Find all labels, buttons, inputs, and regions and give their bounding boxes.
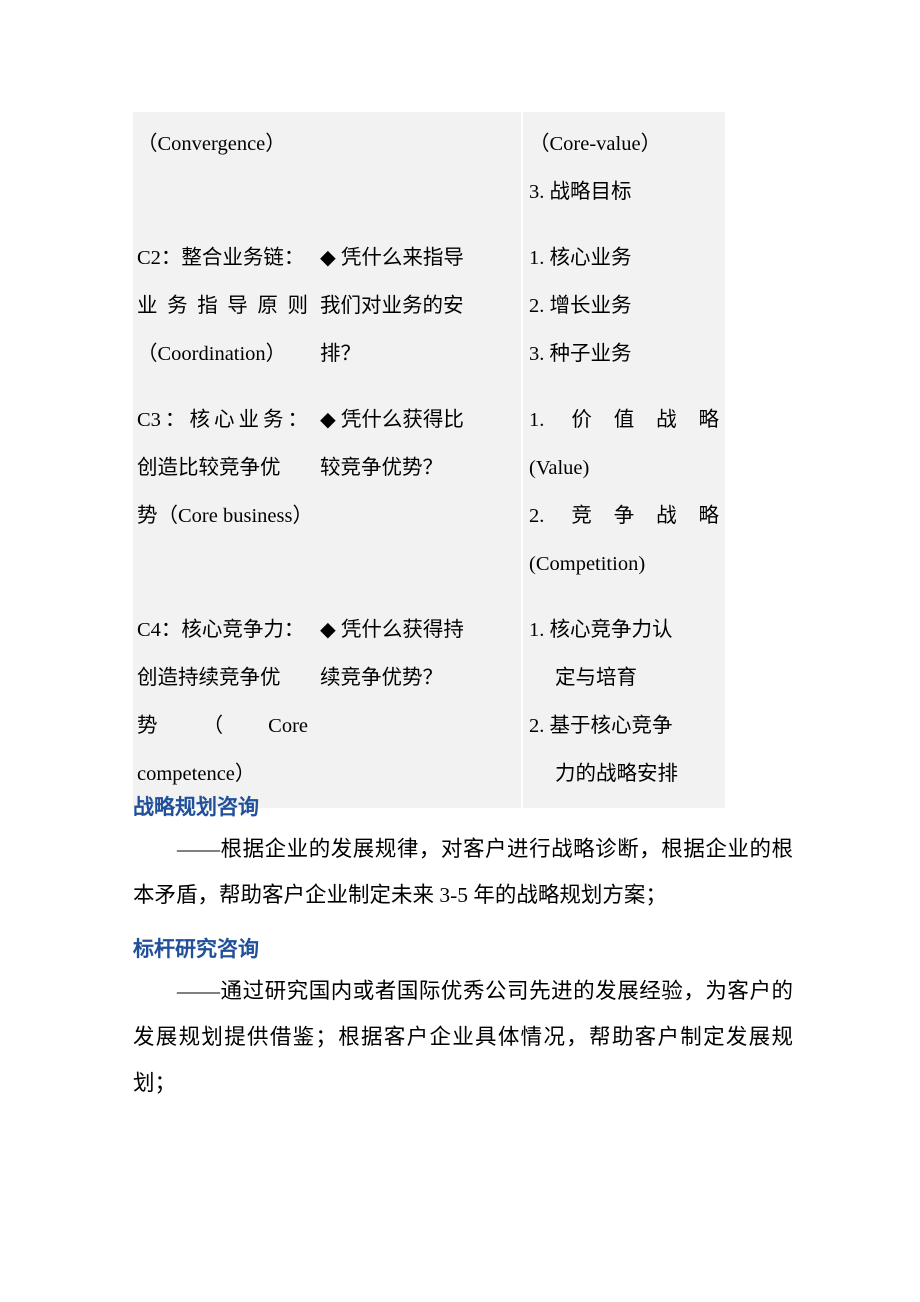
table-row: C4：核心竞争力： 创造持续竞争优 势 （ Core competence） ◆… <box>133 598 725 808</box>
table-cell-concept: C2：整合业务链： 业 务 指 导 原 则 （Coordination） <box>133 226 318 388</box>
cell-line: (Value) <box>529 457 590 479</box>
cell-line: C2：整合业务链： <box>137 247 305 269</box>
cell-line: 创造比较竞争优 <box>137 457 281 479</box>
cell-line: ◆ 凭什么获得持 <box>320 619 464 641</box>
cell-line: 2. 增长业务 <box>529 295 632 317</box>
cell-line: （Convergence） <box>137 133 286 155</box>
cell-line: 排？ <box>320 343 361 365</box>
cell-line: （Core-value） <box>529 133 662 155</box>
cell-line: 定与培育 <box>555 667 637 689</box>
cell-line: C3：核心业务： <box>137 409 308 431</box>
section-heading-benchmark-research: 标杆研究咨询 <box>133 937 259 961</box>
cell-line: （Coordination） <box>137 343 287 365</box>
table-cell-question: ◆ 凭什么来指导 我们对业务的安 排？ <box>318 226 522 388</box>
table-cell-concept: C4：核心竞争力： 创造持续竞争优 势 （ Core competence） <box>133 598 318 808</box>
cell-line: ◆ 凭什么获得比 <box>320 409 464 431</box>
cell-line: 势 （ Core <box>137 715 308 737</box>
cell-line: 1. 核心业务 <box>529 247 632 269</box>
cell-line: 2. 基于核心竞争 <box>529 715 673 737</box>
cell-line: 3. 种子业务 <box>529 343 632 365</box>
cell-line: C4：核心竞争力： <box>137 619 305 641</box>
table-cell-concept: C3：核心业务： 创造比较竞争优 势（Core business） <box>133 388 318 598</box>
table-cell-question: ◆ 凭什么获得持 续竞争优势？ <box>318 598 522 808</box>
cell-line: 我们对业务的安 <box>320 295 464 317</box>
table-cell-output: 1. 核心竞争力认 定与培育 2. 基于核心竞争 力的战略安排 <box>521 598 725 808</box>
strategy-framework-table: （Convergence） （Core-value） 3. 战略目标 C2：整合… <box>133 112 725 808</box>
cell-line: 3. 战略目标 <box>529 181 632 203</box>
document-page: （Convergence） （Core-value） 3. 战略目标 C2：整合… <box>0 0 920 1302</box>
table-cell-output: （Core-value） 3. 战略目标 <box>521 112 725 226</box>
cell-line: 业 务 指 导 原 则 <box>137 295 308 317</box>
cell-line: 1. 价值战略 <box>529 409 719 431</box>
cell-line: 1. 核心竞争力认 <box>529 619 673 641</box>
cell-line: ◆ 凭什么来指导 <box>320 247 464 269</box>
section-body-benchmark-research: ——通过研究国内或者国际优秀公司先进的发展经验，为客户的发展规划提供借鉴；根据客… <box>133 979 793 1095</box>
cell-line: 较竞争优势？ <box>320 457 443 479</box>
table-cell-output: 1. 核心业务 2. 增长业务 3. 种子业务 <box>521 226 725 388</box>
cell-line: 创造持续竞争优 <box>137 667 281 689</box>
table-row: （Convergence） （Core-value） 3. 战略目标 <box>133 112 725 226</box>
table-cell-question <box>318 112 522 226</box>
table-row: C3：核心业务： 创造比较竞争优 势（Core business） ◆ 凭什么获… <box>133 388 725 598</box>
table-cell-question: ◆ 凭什么获得比 较竞争优势？ <box>318 388 522 598</box>
section-heading-strategic-planning: 战略规划咨询 <box>133 795 259 819</box>
cell-line: 势（Core business） <box>137 505 313 527</box>
cell-line: 续竞争优势？ <box>320 667 443 689</box>
cell-line: (Competition) <box>529 553 646 575</box>
cell-line: 2. 竞争战略 <box>529 505 719 527</box>
table-row: C2：整合业务链： 业 务 指 导 原 则 （Coordination） ◆ 凭… <box>133 226 725 388</box>
table-cell-concept: （Convergence） <box>133 112 318 226</box>
document-body: 战略规划咨询 ——根据企业的发展规律，对客户进行战略诊断，根据企业的根本矛盾，帮… <box>133 790 793 1106</box>
table-cell-output: 1. 价值战略 (Value) 2. 竞争战略 (Competition) <box>521 388 725 598</box>
section-body-strategic-planning: ——根据企业的发展规律，对客户进行战略诊断，根据企业的根本矛盾，帮助客户企业制定… <box>133 837 793 907</box>
